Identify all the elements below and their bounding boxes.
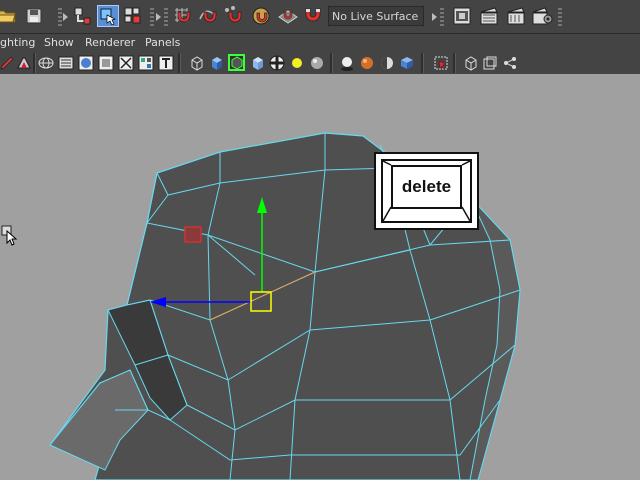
key-bevel [383,161,470,221]
collapse-arrow-icon[interactable] [156,13,161,21]
wireframe-on-shaded-icon[interactable] [228,54,245,71]
selected-face[interactable] [184,226,202,243]
head-mesh[interactable] [0,74,640,480]
cube-wire-icon[interactable] [188,54,205,71]
select-by-hierarchy-icon[interactable] [72,5,94,27]
toolbar-divider [33,53,36,73]
flat-shade-icon[interactable] [77,54,94,71]
gate-icon[interactable] [462,54,479,71]
toolbar-divider [453,53,456,73]
panel-toolbar [0,52,640,75]
checker-icon[interactable] [268,54,285,71]
camera-icon[interactable] [432,54,449,71]
pencil-icon[interactable] [0,54,15,71]
snap-to-point-icon[interactable] [223,5,245,27]
collapse-arrow-icon[interactable] [432,13,437,21]
toolbar-divider [421,53,424,73]
render-frame-icon[interactable] [451,5,473,27]
live-surface-field[interactable]: No Live Surface [328,6,424,26]
hud-icon[interactable] [398,54,415,71]
select-by-object-icon[interactable] [97,5,119,27]
panel-menu-bar: ighting Show Renderer Panels [0,34,640,52]
toolbar-divider [164,8,168,26]
viewport[interactable]: delete [0,74,640,480]
toolbar-divider [330,53,333,73]
menu-show[interactable]: Show [44,36,74,50]
toolbar-divider [558,8,562,26]
wireframe-icon[interactable] [37,54,54,71]
toolbar-divider [58,8,62,26]
menu-renderer[interactable]: Renderer [85,36,135,50]
render-sequence-icon[interactable] [478,5,500,27]
maya-window: No Live Surface ighting Show Renderer Pa… [0,0,640,480]
snap-to-curve-icon[interactable] [198,5,220,27]
resolution-gate-icon[interactable] [481,54,498,71]
snap-to-grid-icon[interactable] [172,5,194,27]
snap-to-view-plane-icon[interactable] [250,5,272,27]
ambient-occlusion-icon[interactable] [358,54,375,71]
isolate-select-icon[interactable] [15,54,32,71]
points-icon[interactable] [117,54,134,71]
toolbar-divider [150,8,154,26]
select-by-component-icon[interactable] [122,5,144,27]
open-folder-icon[interactable] [0,5,18,27]
shadows-icon[interactable] [338,54,355,71]
menu-lighting[interactable]: ighting [0,36,35,50]
bounding-box-icon[interactable] [97,54,114,71]
make-live-icon[interactable] [277,5,299,27]
magnet-icon[interactable] [302,5,324,27]
collapse-arrow-icon[interactable] [63,13,68,21]
text-icon[interactable] [157,54,174,71]
menu-panels[interactable]: Panels [145,36,180,50]
mouse-cursor-icon [1,225,18,246]
render-settings-icon[interactable] [531,5,553,27]
texture-icon[interactable] [137,54,154,71]
motion-blur-icon[interactable] [378,54,395,71]
toolbar-divider [178,53,181,73]
status-line: No Live Surface [0,0,640,34]
toolbar-divider [440,8,444,26]
default-light-icon[interactable] [288,54,305,71]
smooth-shade-icon[interactable] [57,54,74,71]
sphere-shade-icon[interactable] [308,54,325,71]
share-icon[interactable] [501,54,518,71]
ipr-render-icon[interactable] [505,5,527,27]
delete-key-overlay: delete [374,152,479,230]
cube-shaded-icon[interactable] [208,54,225,71]
save-scene-icon[interactable] [23,5,45,27]
key-body: delete [381,159,472,223]
xray-icon[interactable] [249,54,266,71]
